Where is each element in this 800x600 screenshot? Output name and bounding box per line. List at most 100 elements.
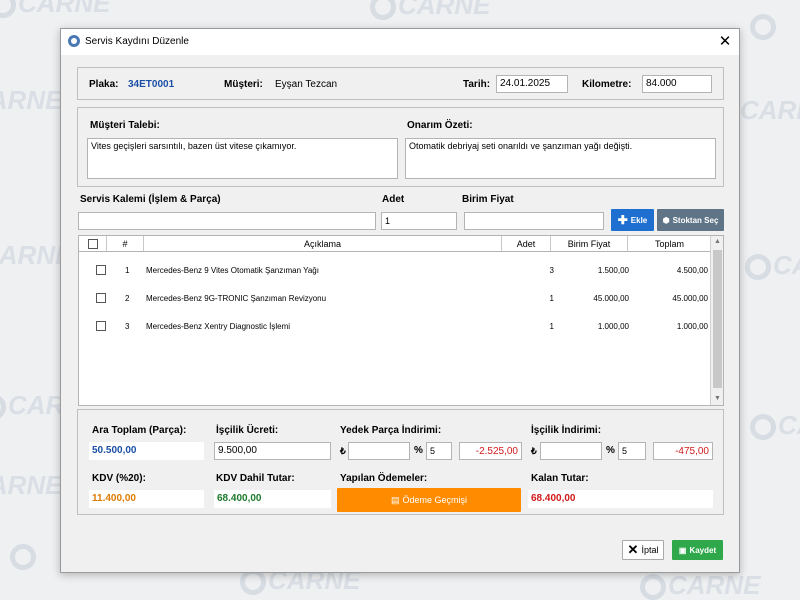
row-description: Mercedes-Benz Xentry Diagnostic İşlemi: [146, 321, 291, 331]
watermark: CARNE: [640, 570, 760, 600]
remaining-label: Kalan Tutar:: [531, 473, 589, 484]
km-field[interactable]: 84.000: [642, 75, 712, 93]
row-no: 2: [125, 293, 130, 303]
currency-icon: ₺: [340, 446, 346, 456]
vat-value: 11.400,00: [89, 490, 204, 508]
watermark: CARNE: [0, 85, 63, 115]
header-select-all[interactable]: [79, 236, 107, 251]
table-row[interactable]: 3 Mercedes-Benz Xentry Diagnostic İşlemi…: [79, 312, 711, 340]
watermark: [10, 540, 38, 571]
header-no[interactable]: #: [107, 236, 144, 251]
table-scrollbar[interactable]: ▲ ▼: [710, 236, 723, 405]
window-title: Servis Kaydını Düzenle: [85, 36, 189, 47]
scroll-thumb[interactable]: [713, 250, 722, 388]
table-header: # Açıklama Adet Birim Fiyat Toplam: [79, 236, 711, 252]
vehicle-info-panel: Plaka: 34ET0001 Müşteri: Eyşan Tezcan Ta…: [77, 67, 724, 100]
watermark: CARNE: [0, 0, 110, 19]
row-total: 4.500,00: [676, 265, 708, 275]
watermark: CARNE: [740, 95, 800, 125]
payment-history-button[interactable]: ▤ Ödeme Geçmişi: [337, 488, 521, 512]
subtotal-value: 50.500,00: [89, 442, 204, 460]
percent-sign: %: [414, 445, 423, 456]
watermark: [750, 10, 778, 41]
parts-discount-label: Yedek Parça İndirimi:: [340, 425, 442, 436]
watermark: CARNE: [370, 0, 490, 21]
payments-label: Yapılan Ödemeler:: [340, 473, 428, 484]
stock-select-button[interactable]: ⬢ Stoktan Seç: [657, 209, 724, 231]
labor-label: İşçilik Ücreti:: [216, 425, 279, 436]
scroll-up-icon[interactable]: ▲: [711, 236, 724, 248]
plus-icon: ✚: [617, 213, 628, 227]
labor-input[interactable]: 9.500,00: [214, 442, 331, 460]
watermark: CARNE: [0, 470, 63, 500]
plate-label: Plaka:: [89, 79, 119, 90]
watermark: CARNE: [750, 410, 800, 441]
labor-discount-amount-input[interactable]: [540, 442, 602, 460]
vat-incl-value: 68.400,00: [214, 490, 331, 508]
labor-discount-percent-input[interactable]: 5: [618, 442, 646, 460]
parts-discount-value: -2.525,00: [459, 442, 522, 460]
history-icon: ▤: [390, 494, 400, 505]
scroll-down-icon[interactable]: ▼: [711, 393, 724, 405]
km-label: Kilometre:: [582, 79, 632, 90]
stock-select-label: Stoktan Seç: [672, 215, 719, 225]
select-all-checkbox[interactable]: [87, 238, 98, 249]
row-qty: 1: [549, 321, 554, 331]
add-item-label: Ekle: [630, 215, 648, 225]
dialog-window: Servis Kaydını Düzenle ✕ Plaka: 34ET0001…: [60, 28, 740, 573]
currency-icon: ₺: [531, 446, 537, 456]
header-total[interactable]: Toplam: [628, 236, 711, 251]
row-unit-price: 45.000,00: [593, 293, 629, 303]
remaining-value: 68.400,00: [528, 490, 713, 508]
close-icon[interactable]: ✕: [717, 32, 733, 50]
cancel-label: İptal: [641, 545, 659, 555]
row-qty: 1: [549, 293, 554, 303]
date-field[interactable]: 24.01.2025: [496, 75, 568, 93]
price-label: Birim Fiyat: [462, 194, 514, 205]
repair-textarea[interactable]: Otomatik debriyaj seti onarıldı ve şanzı…: [405, 138, 716, 179]
request-textarea[interactable]: Vites geçişleri sarsıntılı, bazen üst vi…: [87, 138, 398, 179]
parts-discount-percent-input[interactable]: 5: [426, 442, 452, 460]
save-icon: ▣: [678, 545, 687, 555]
row-qty: 3: [549, 265, 554, 275]
header-description[interactable]: Açıklama: [144, 236, 502, 251]
box-icon: ⬢: [662, 215, 670, 225]
subtotal-label: Ara Toplam (Parça):: [92, 425, 187, 436]
table-row[interactable]: 2 Mercedes-Benz 9G-TRONIC Şanzıman Reviz…: [79, 284, 711, 312]
price-input[interactable]: [464, 212, 604, 230]
row-no: 3: [125, 321, 130, 331]
row-checkbox[interactable]: [96, 265, 106, 275]
items-table: # Açıklama Adet Birim Fiyat Toplam 1 Mer…: [78, 235, 724, 406]
header-qty[interactable]: Adet: [502, 236, 551, 251]
save-button[interactable]: ▣ Kaydet: [672, 540, 723, 560]
close-icon: ✕: [627, 542, 639, 557]
row-description: Mercedes-Benz 9G-TRONIC Şanzıman Revizyo…: [146, 293, 327, 303]
app-logo-icon: [68, 35, 80, 47]
watermark: CARNE: [745, 250, 800, 281]
save-label: Kaydet: [689, 545, 717, 555]
table-row[interactable]: 1 Mercedes-Benz 9 Vites Otomatik Şanzıma…: [79, 256, 711, 284]
date-label: Tarih:: [463, 79, 491, 90]
cancel-button[interactable]: ✕ İptal: [622, 540, 664, 560]
request-label: Müşteri Talebi:: [90, 120, 160, 131]
title-bar: Servis Kaydını Düzenle ✕: [61, 29, 739, 55]
customer-label: Müşteri:: [224, 79, 263, 90]
row-unit-price: 1.500,00: [597, 265, 629, 275]
row-total: 1.000,00: [676, 321, 708, 331]
parts-discount-amount-input[interactable]: [348, 442, 410, 460]
qty-label: Adet: [382, 194, 405, 205]
qty-input[interactable]: 1: [381, 212, 457, 230]
row-checkbox[interactable]: [96, 293, 106, 303]
vat-incl-label: KDV Dahil Tutar:: [216, 473, 295, 484]
item-label: Servis Kalemi (İşlem & Parça): [80, 194, 221, 205]
percent-sign: %: [606, 445, 615, 456]
row-no: 1: [125, 265, 130, 275]
customer-value: Eyşan Tezcan: [275, 79, 338, 90]
labor-discount-label: İşçilik İndirimi:: [531, 425, 602, 436]
row-checkbox[interactable]: [96, 321, 106, 331]
labor-discount-value: -475,00: [653, 442, 713, 460]
header-unit-price[interactable]: Birim Fiyat: [551, 236, 628, 251]
add-item-button[interactable]: ✚ Ekle: [611, 209, 654, 231]
repair-label: Onarım Özeti:: [407, 120, 473, 131]
item-input[interactable]: [78, 212, 376, 230]
